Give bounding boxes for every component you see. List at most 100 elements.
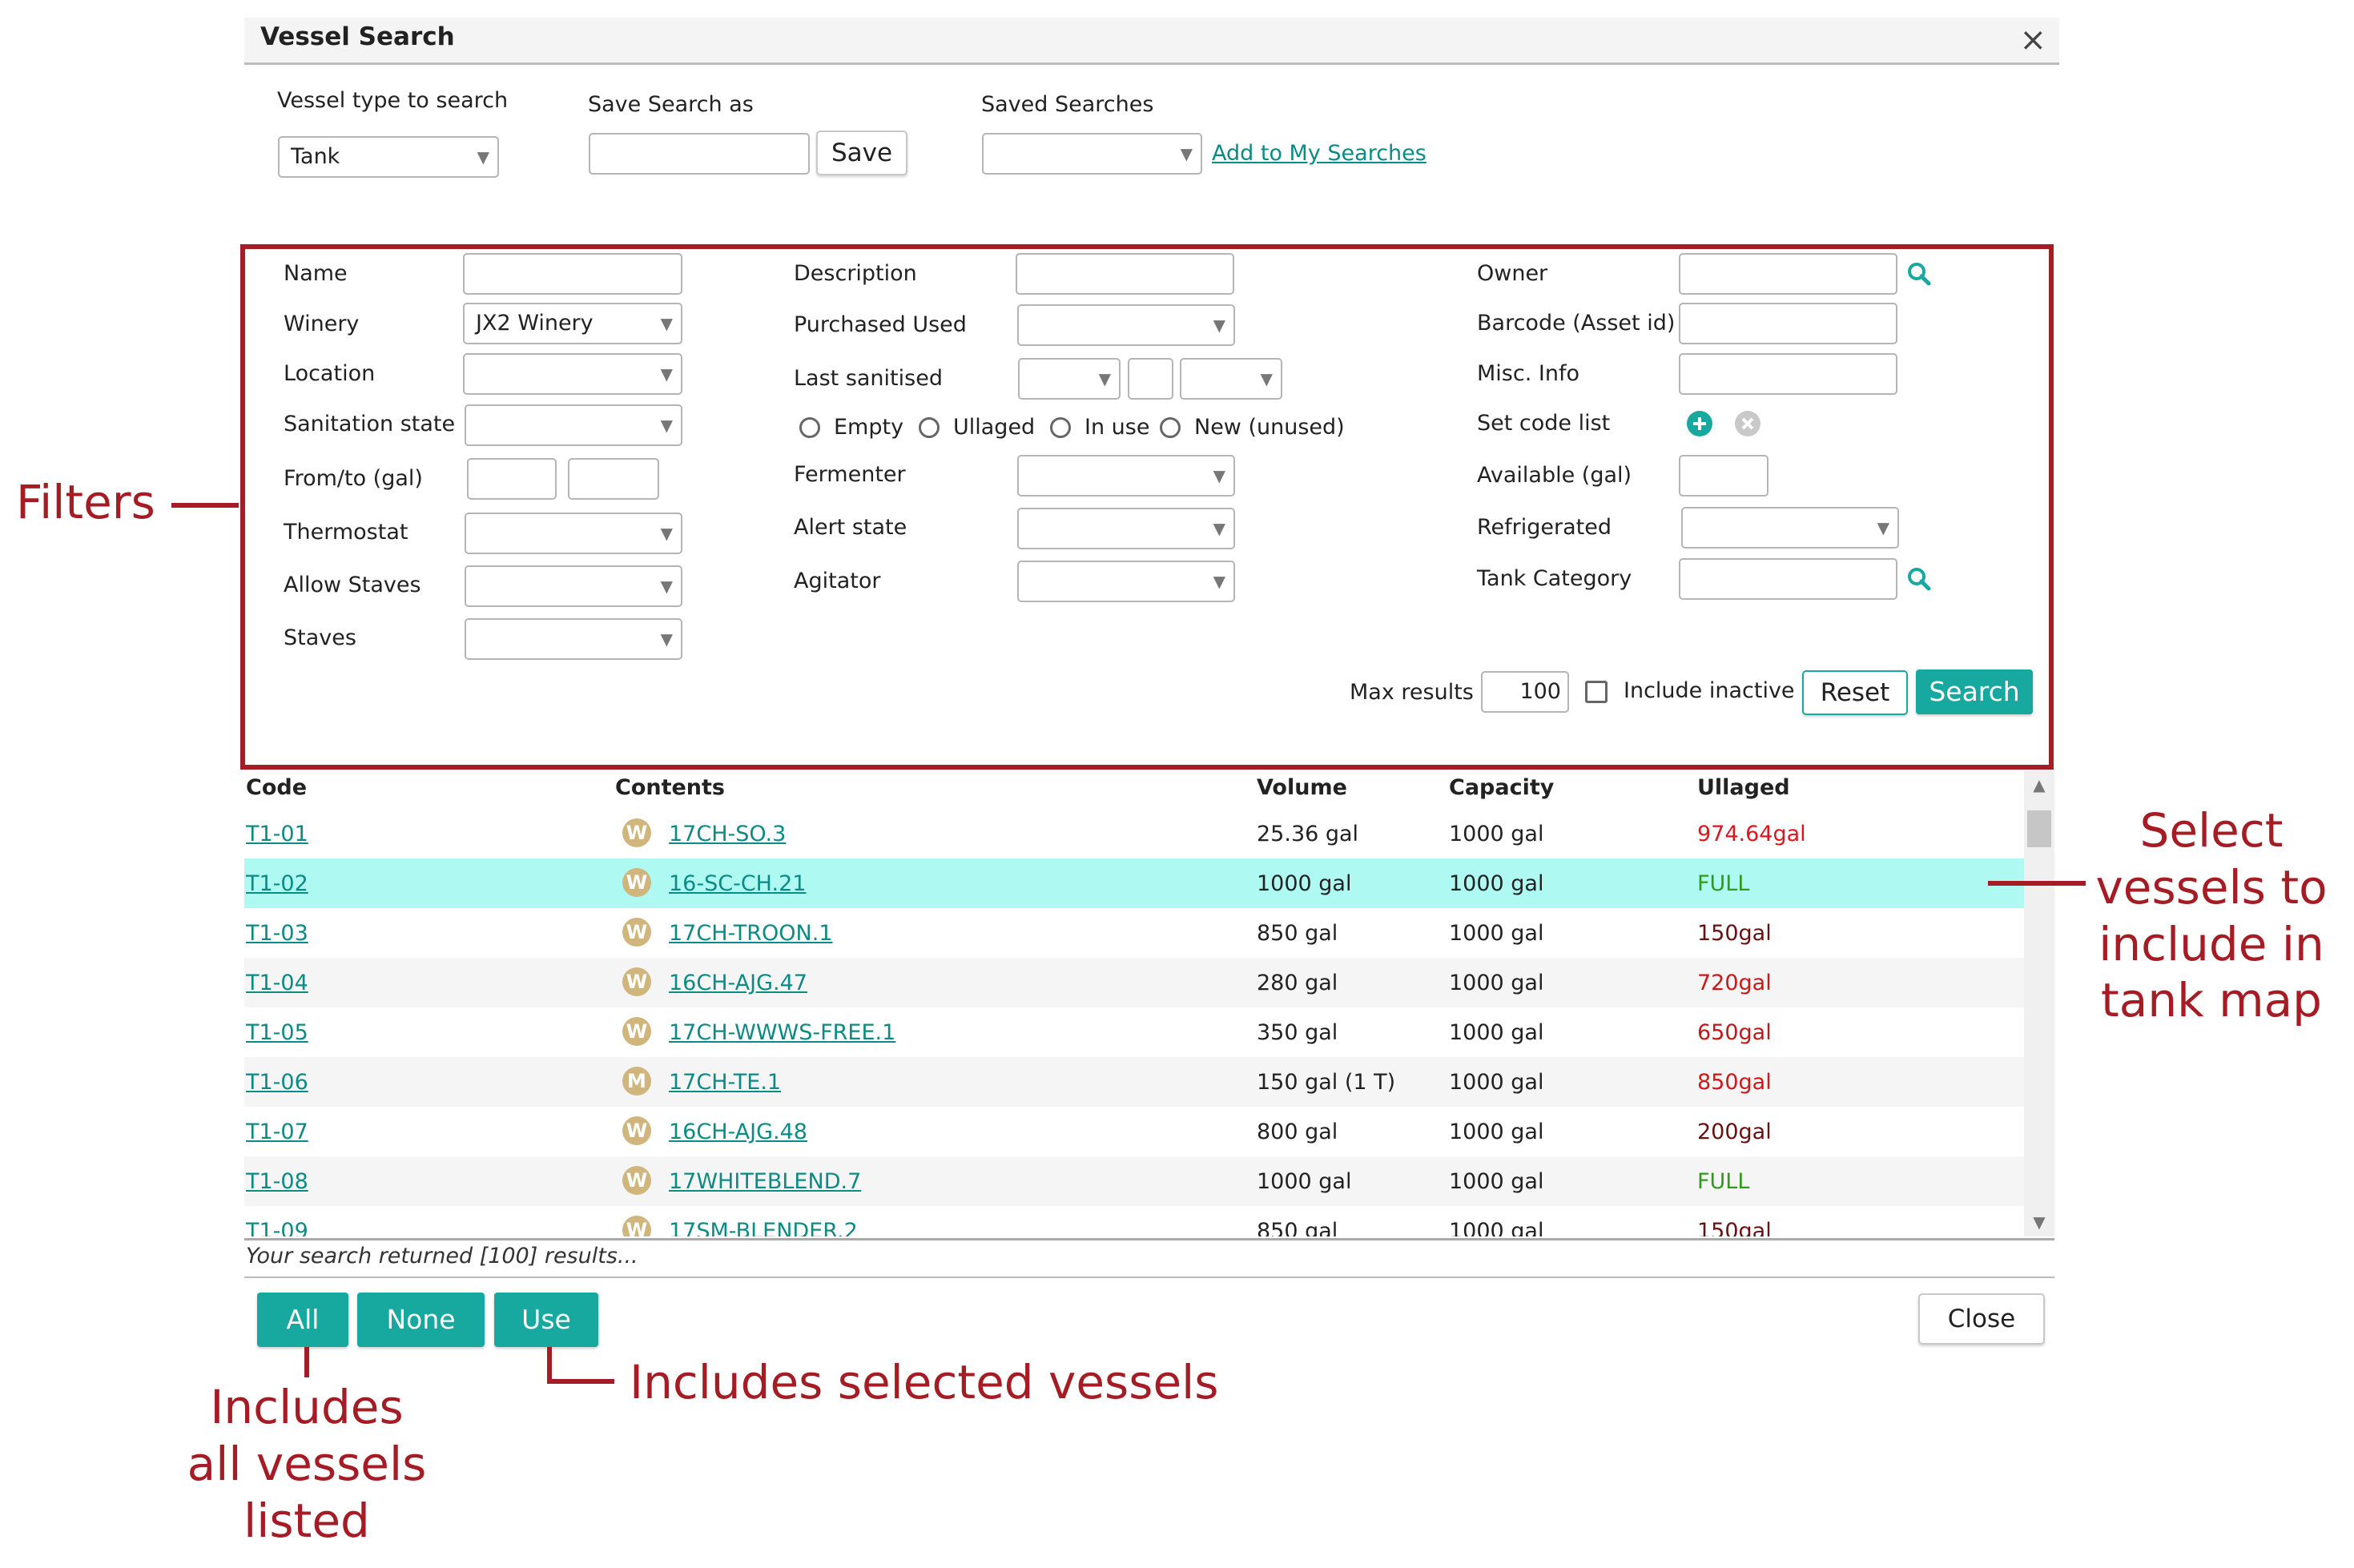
radio-new[interactable] [1160, 417, 1181, 438]
annotation-select-line-3: include in [2098, 916, 2324, 971]
column-header-contents[interactable]: Contents [615, 775, 725, 800]
annotation-all-line-3: listed [243, 1493, 370, 1548]
annotation-filters: Filters [16, 475, 155, 529]
contents-link[interactable]: 17CH-SO.3 [669, 822, 786, 846]
table-row[interactable]: T1-03 W 17CH-TROON.1 850 gal 1000 gal 150gal [244, 908, 2024, 958]
refrigerated-select[interactable] [1681, 507, 1899, 549]
vessel-code-link[interactable]: T1-04 [246, 971, 308, 995]
contents-link[interactable]: 16CH-AJG.47 [669, 971, 807, 995]
ullaged-cell: 974.64gal [1697, 822, 1806, 846]
column-header-code[interactable]: Code [246, 775, 307, 800]
vessel-code-link[interactable]: T1-02 [246, 871, 308, 896]
radio-ullaged[interactable] [919, 417, 940, 438]
alert-state-select[interactable] [1017, 508, 1235, 549]
winery-select[interactable]: JX2 Winery [463, 303, 682, 344]
name-input[interactable] [463, 253, 682, 295]
vessel-type-label: Vessel type to search [277, 88, 509, 113]
vessel-code-link[interactable]: T1-01 [246, 822, 308, 846]
none-button[interactable]: None [357, 1293, 485, 1347]
table-row[interactable]: T1-08 W 17WHITEBLEND.7 1000 gal 1000 gal FULL [244, 1156, 2024, 1206]
last-sanitised-unit-select[interactable] [1180, 358, 1282, 400]
contents-link[interactable]: 17SM-BLENDER.2 [669, 1219, 858, 1236]
radio-in-use-label: In use [1084, 415, 1150, 440]
agitator-select[interactable] [1017, 561, 1235, 602]
contents-link[interactable]: 17CH-WWWS-FREE.1 [669, 1020, 895, 1045]
tank-category-input[interactable] [1679, 558, 1897, 600]
add-to-my-searches-link[interactable]: Add to My Searches [1212, 141, 1426, 166]
wine-badge-icon: W [622, 868, 651, 897]
barcode-input[interactable] [1679, 303, 1897, 344]
vessel-code-link[interactable]: T1-05 [246, 1020, 308, 1045]
from-gal-input[interactable] [467, 458, 557, 500]
column-header-ullaged[interactable]: Ullaged [1697, 775, 1790, 800]
tank-category-search-icon[interactable] [1906, 566, 1932, 592]
include-inactive-checkbox[interactable] [1585, 681, 1608, 703]
search-button[interactable]: Search [1916, 669, 2033, 714]
capacity-cell: 1000 gal [1449, 1219, 1544, 1236]
last-sanitised-number-input[interactable] [1128, 358, 1173, 400]
table-row[interactable]: T1-07 W 16CH-AJG.48 800 gal 1000 gal 200gal [244, 1107, 2024, 1156]
save-search-input[interactable] [589, 133, 810, 175]
results-scrollbar[interactable]: ▲ ▼ [2024, 770, 2054, 1236]
vessel-code-link[interactable]: T1-03 [246, 921, 308, 946]
contents-link[interactable]: 16-SC-CH.21 [669, 871, 806, 896]
volume-cell: 850 gal [1257, 921, 1338, 946]
contents-link[interactable]: 17CH-TROON.1 [669, 921, 833, 946]
footer-divider [244, 1277, 2054, 1278]
scroll-thumb[interactable] [2027, 810, 2051, 847]
volume-cell: 150 gal (1 T) [1257, 1070, 1396, 1095]
column-header-capacity[interactable]: Capacity [1449, 775, 1554, 800]
vessel-code-link[interactable]: T1-07 [246, 1120, 308, 1144]
max-results-input[interactable]: 100 [1481, 671, 1569, 713]
radio-empty-label: Empty [834, 415, 904, 440]
contents-link[interactable]: 17CH-TE.1 [669, 1070, 781, 1095]
table-row[interactable]: T1-04 W 16CH-AJG.47 280 gal 1000 gal 720gal [244, 958, 2024, 1007]
table-row[interactable]: T1-05 W 17CH-WWWS-FREE.1 350 gal 1000 gal 650… [244, 1007, 2024, 1057]
available-input[interactable] [1679, 455, 1769, 497]
sanitation-select[interactable] [465, 404, 682, 446]
all-button[interactable]: All [257, 1293, 348, 1347]
owner-input[interactable] [1679, 253, 1897, 295]
radio-in-use[interactable] [1050, 417, 1071, 438]
close-icon[interactable]: × [2019, 24, 2046, 56]
available-label: Available (gal) [1477, 463, 1632, 488]
scroll-down-icon[interactable]: ▼ [2024, 1212, 2054, 1232]
allow-staves-label: Allow Staves [284, 573, 421, 597]
owner-search-icon[interactable] [1906, 261, 1932, 287]
purchased-used-select[interactable] [1017, 304, 1235, 346]
vessel-code-link[interactable]: T1-09 [246, 1219, 308, 1236]
last-sanitised-period-select[interactable] [1018, 358, 1121, 400]
contents-link[interactable]: 17WHITEBLEND.7 [669, 1169, 861, 1194]
saved-searches-select[interactable] [982, 133, 1202, 175]
table-row[interactable]: T1-02 W 16-SC-CH.21 1000 gal 1000 gal FULL [244, 858, 2024, 908]
scroll-up-icon[interactable]: ▲ [2024, 775, 2054, 794]
contents-link[interactable]: 16CH-AJG.48 [669, 1120, 807, 1144]
column-header-volume[interactable]: Volume [1257, 775, 1347, 800]
close-button[interactable]: Close [1918, 1293, 2045, 1345]
location-select[interactable] [463, 353, 682, 395]
reset-button[interactable]: Reset [1802, 670, 1908, 715]
vessel-type-select[interactable]: Tank [278, 136, 499, 178]
table-row[interactable]: T1-09 W 17SM-BLENDER.2 850 gal 1000 gal 150ga… [244, 1206, 2024, 1236]
to-gal-input[interactable] [568, 458, 659, 500]
description-input[interactable] [1016, 253, 1234, 295]
vessel-code-link[interactable]: T1-06 [246, 1070, 308, 1095]
set-code-list-label: Set code list [1477, 411, 1611, 436]
staves-select[interactable] [465, 618, 682, 660]
clear-circle-icon[interactable] [1734, 410, 1761, 437]
fermenter-select[interactable] [1017, 455, 1235, 497]
save-button[interactable]: Save [816, 131, 907, 175]
add-circle-icon[interactable] [1686, 410, 1713, 437]
misc-info-input[interactable] [1679, 353, 1897, 395]
barcode-label: Barcode (Asset id) [1477, 311, 1676, 336]
volume-cell: 850 gal [1257, 1219, 1338, 1236]
table-row[interactable]: T1-01 W 17CH-SO.3 25.36 gal 1000 gal 974.64ga… [244, 809, 2024, 858]
vessel-code-link[interactable]: T1-08 [246, 1169, 308, 1194]
thermostat-select[interactable] [465, 513, 682, 554]
table-row[interactable]: T1-06 M 17CH-TE.1 150 gal (1 T) 1000 gal 850g… [244, 1057, 2024, 1107]
use-button[interactable]: Use [494, 1293, 598, 1347]
ullaged-cell: 650gal [1697, 1020, 1772, 1045]
results-table-body: T1-01 W 17CH-SO.3 25.36 gal 1000 gal 974.64ga… [244, 809, 2024, 1236]
radio-empty[interactable] [799, 417, 820, 438]
allow-staves-select[interactable] [465, 565, 682, 607]
